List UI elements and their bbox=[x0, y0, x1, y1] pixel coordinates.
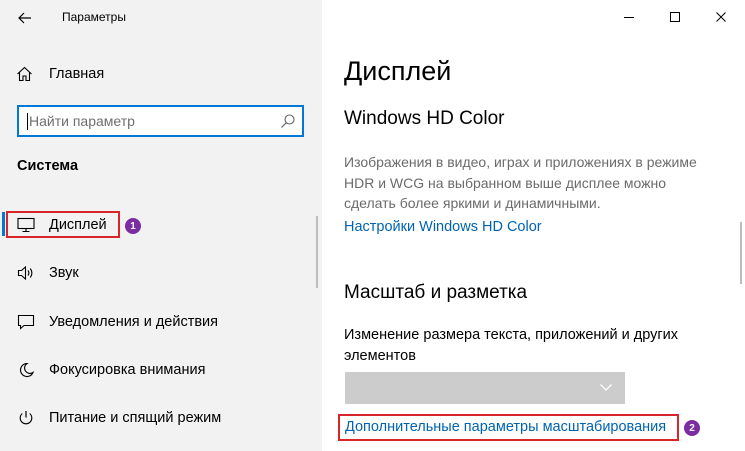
sidebar-item-home[interactable]: Главная bbox=[16, 64, 104, 84]
sidebar-item-notifications[interactable]: Уведомления и действия bbox=[0, 304, 310, 340]
back-button[interactable] bbox=[12, 6, 38, 30]
highlight-box-1 bbox=[6, 211, 120, 238]
back-arrow-icon bbox=[18, 12, 31, 24]
sidebar-item-label: Фокусировка внимания bbox=[49, 362, 206, 378]
search-input[interactable] bbox=[29, 107, 279, 135]
content-scrollbar[interactable] bbox=[740, 222, 742, 284]
maximize-icon bbox=[670, 12, 680, 22]
scale-heading: Масштаб и разметка bbox=[344, 282, 528, 303]
sidebar-item-sound[interactable]: Звук bbox=[0, 255, 310, 291]
page-title: Дисплей bbox=[344, 56, 452, 86]
section-title: Система bbox=[17, 158, 79, 174]
scale-label: Изменение размера текста, приложений и д… bbox=[344, 327, 678, 364]
hdr-heading: Windows HD Color bbox=[344, 108, 505, 129]
home-icon bbox=[17, 66, 32, 82]
hdr-description: Изображения в видео, играх и приложениях… bbox=[344, 154, 697, 211]
power-icon bbox=[19, 411, 33, 425]
notification-icon bbox=[17, 314, 35, 330]
sidebar-item-focus-assist[interactable]: Фокусировка внимания bbox=[0, 352, 310, 388]
advanced-scaling-link[interactable]: Дополнительные параметры масштабирования bbox=[345, 419, 666, 435]
sidebar-scrollbar[interactable] bbox=[316, 216, 318, 288]
moon-icon bbox=[19, 362, 35, 378]
search-icon[interactable] bbox=[280, 113, 296, 129]
sidebar-item-power[interactable]: Питание и спящий режим bbox=[0, 400, 310, 436]
sidebar-item-label: Главная bbox=[49, 66, 105, 82]
close-icon bbox=[716, 12, 726, 22]
search-box[interactable] bbox=[17, 105, 304, 137]
window-title: Параметры bbox=[62, 10, 126, 24]
maximize-button[interactable] bbox=[663, 6, 687, 28]
sidebar-item-label: Питание и спящий режим bbox=[49, 410, 222, 426]
scale-dropdown[interactable] bbox=[345, 372, 625, 404]
chevron-down-icon bbox=[600, 384, 612, 391]
annotation-badge-2: 2 bbox=[684, 420, 700, 436]
speaker-icon bbox=[17, 265, 33, 281]
annotation-badge-1: 1 bbox=[125, 218, 141, 234]
sidebar-item-label: Уведомления и действия bbox=[49, 314, 218, 330]
minimize-button[interactable] bbox=[617, 6, 641, 28]
hdr-settings-link[interactable]: Настройки Windows HD Color bbox=[344, 219, 542, 235]
close-button[interactable] bbox=[709, 6, 733, 28]
text-cursor bbox=[27, 113, 28, 130]
sidebar-item-label: Звук bbox=[49, 265, 79, 281]
minimize-icon bbox=[624, 17, 634, 18]
sidebar: Параметры Главная Система Дисплей 1 bbox=[0, 0, 322, 451]
